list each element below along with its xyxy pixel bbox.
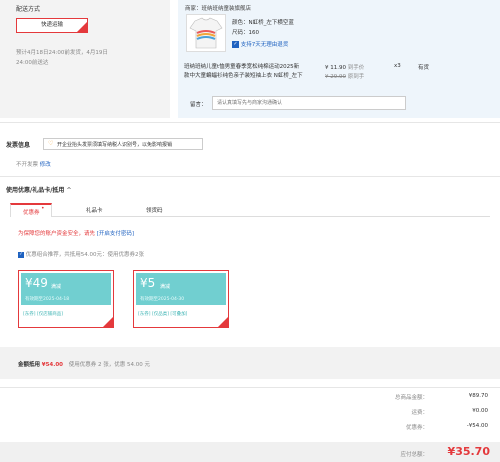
payable-value: ¥35.70	[447, 445, 490, 458]
remark-input[interactable]	[212, 96, 406, 110]
tab-gift-card[interactable]: 礼品卡	[86, 206, 103, 214]
invoice-status: 不开发票 修改	[16, 160, 51, 168]
invoice-title: 发票信息	[6, 142, 31, 149]
delivery-panel: 配送方式 快递运输 预计4月18日24:00前发货，4月19日 24:00前送达	[0, 0, 170, 118]
shipping-value: ¥0.00	[472, 408, 488, 414]
coupon-card-header: ¥49 满减 有效期至2025-04-18	[21, 273, 111, 305]
discount-summary-bar: 金额抵用 ¥54.00 使用优惠券 2 张，优惠 54.00 元	[0, 347, 500, 379]
return-policy-badge: ✓ 支持7天无理由退货	[232, 40, 288, 49]
product-size: 尺码：160	[232, 30, 259, 36]
price-current: ¥ 11.90 到手价	[325, 63, 364, 71]
selected-check-icon	[218, 317, 228, 327]
express-delivery-label: 快递运输	[40, 22, 63, 28]
product-title-line2[interactable]: 款中大童蝙蝠衫纯色亲子装短袖上衣 N虹桥_左下	[184, 71, 309, 79]
enable-pay-password-link[interactable]: [开启支付密码]	[97, 231, 134, 237]
coupon-card[interactable]: ¥5 满减 有效期至2025-04-30 [东券] [仅品类] [可叠加]	[133, 270, 229, 328]
price-current-tag: 到手价	[347, 65, 365, 71]
remark-label: 留言：	[190, 102, 207, 108]
return-policy-label: 支持7天无理由退货	[240, 42, 289, 48]
return-icon: ✓	[232, 41, 239, 48]
tab-coupons-badge: •	[41, 205, 45, 212]
coupon-expiry: 有效期至2025-04-18	[25, 297, 70, 302]
tshirt-icon	[189, 17, 223, 49]
coupon-tags: [东券] [仅店铺商品]	[23, 312, 63, 317]
tab-coupons[interactable]: 优惠券 •	[10, 203, 52, 217]
invoice-status-label: 不开发票	[16, 162, 39, 168]
payable-label: 应付总额：	[400, 452, 428, 458]
divider	[0, 176, 500, 177]
invoice-notice-text: 开企业抬头发票须填写纳税人识别号，以免影响报销	[57, 142, 173, 148]
coupon-amount: ¥49	[25, 276, 48, 290]
price-current-value: ¥ 11.90	[325, 65, 346, 71]
divider	[0, 387, 500, 388]
price-original-tag: 原到手	[347, 74, 365, 80]
discount-summary-label: 金额抵用	[18, 362, 41, 368]
express-delivery-button[interactable]: 快递运输	[16, 18, 88, 33]
shop-name[interactable]: 商家：班纳班纳童装旗舰店	[185, 4, 251, 12]
coupon-expiry: 有效期至2025-04-30	[140, 297, 185, 302]
product-color: 颜色：N虹桥_左下横空蓝	[232, 20, 294, 26]
coupon-section-label: 使用优惠/礼品卡/抵用	[6, 187, 65, 194]
goods-total-value: ¥89.70	[468, 393, 488, 399]
coupon-amount: ¥5	[140, 276, 156, 290]
security-notice-text: 为保障您的账户资金安全，请先	[18, 231, 96, 237]
coupon-section-title[interactable]: 使用优惠/礼品卡/抵用 ^	[6, 185, 72, 194]
bulb-icon: ♡	[48, 140, 54, 147]
selected-check-icon	[77, 22, 87, 32]
coupon-type: 满减	[160, 284, 171, 290]
coupon-type: 满减	[51, 284, 62, 290]
delivery-eta-line2: 24:00前送达	[16, 60, 49, 66]
best-combo-row[interactable]: ✓ 优惠组合推荐，共抵用54.00元：使用优惠券2张	[18, 250, 144, 258]
stock-status: 有货	[418, 65, 430, 71]
tab-coupons-label: 优惠券	[23, 210, 40, 216]
coupon-deduction-value: -¥54.00	[466, 423, 488, 429]
quantity: x3	[394, 63, 401, 69]
coupon-card-header: ¥5 满减 有效期至2025-04-30	[136, 273, 226, 305]
goods-total-label: 总商品金额：	[394, 395, 428, 401]
divider	[0, 122, 500, 123]
product-title-line1[interactable]: 班纳班纳儿童t恤男童春季宽松纯棉运动2025新	[184, 62, 309, 70]
invoice-notice-box: ♡ 开企业抬头发票须填写纳税人识别号，以免影响报销	[43, 138, 203, 150]
delivery-eta-line1: 预计4月18日24:00前发货，4月19日	[16, 50, 108, 56]
chevron-up-icon[interactable]: ^	[66, 187, 71, 194]
security-notice: 为保障您的账户资金安全，请先 [开启支付密码]	[18, 229, 134, 237]
discount-summary-amount: ¥54.00	[41, 362, 63, 368]
price-original: ¥ 29.90 原到手	[325, 72, 364, 80]
shipping-label: 运费：	[411, 410, 428, 416]
payable-bar: 应付总额： ¥35.70	[0, 442, 500, 462]
coupon-tabs: 优惠券 • 礼品卡 领货码	[10, 203, 490, 217]
discount-summary-detail: 使用优惠券 2 张，优惠 54.00 元	[68, 362, 150, 368]
selected-check-icon	[103, 317, 113, 327]
invoice-modify-link[interactable]: 修改	[40, 162, 51, 168]
coupon-card[interactable]: ¥49 满减 有效期至2025-04-18 [东券] [仅店铺商品]	[18, 270, 114, 328]
price-original-value: ¥ 29.90	[325, 74, 346, 80]
tab-pickup-code[interactable]: 领货码	[146, 206, 163, 214]
discount-summary: 金额抵用 ¥54.00 使用优惠券 2 张，优惠 54.00 元	[18, 360, 150, 368]
best-combo-text: 优惠组合推荐，共抵用54.00元：使用优惠券2张	[25, 252, 144, 258]
delivery-title: 配送方式	[16, 6, 41, 13]
coupon-tags: [东券] [仅品类] [可叠加]	[138, 312, 188, 317]
product-image[interactable]	[186, 14, 226, 52]
coupon-deduction-label: 优惠券：	[405, 425, 428, 431]
checkbox-checked-icon[interactable]: ✓	[18, 251, 24, 258]
